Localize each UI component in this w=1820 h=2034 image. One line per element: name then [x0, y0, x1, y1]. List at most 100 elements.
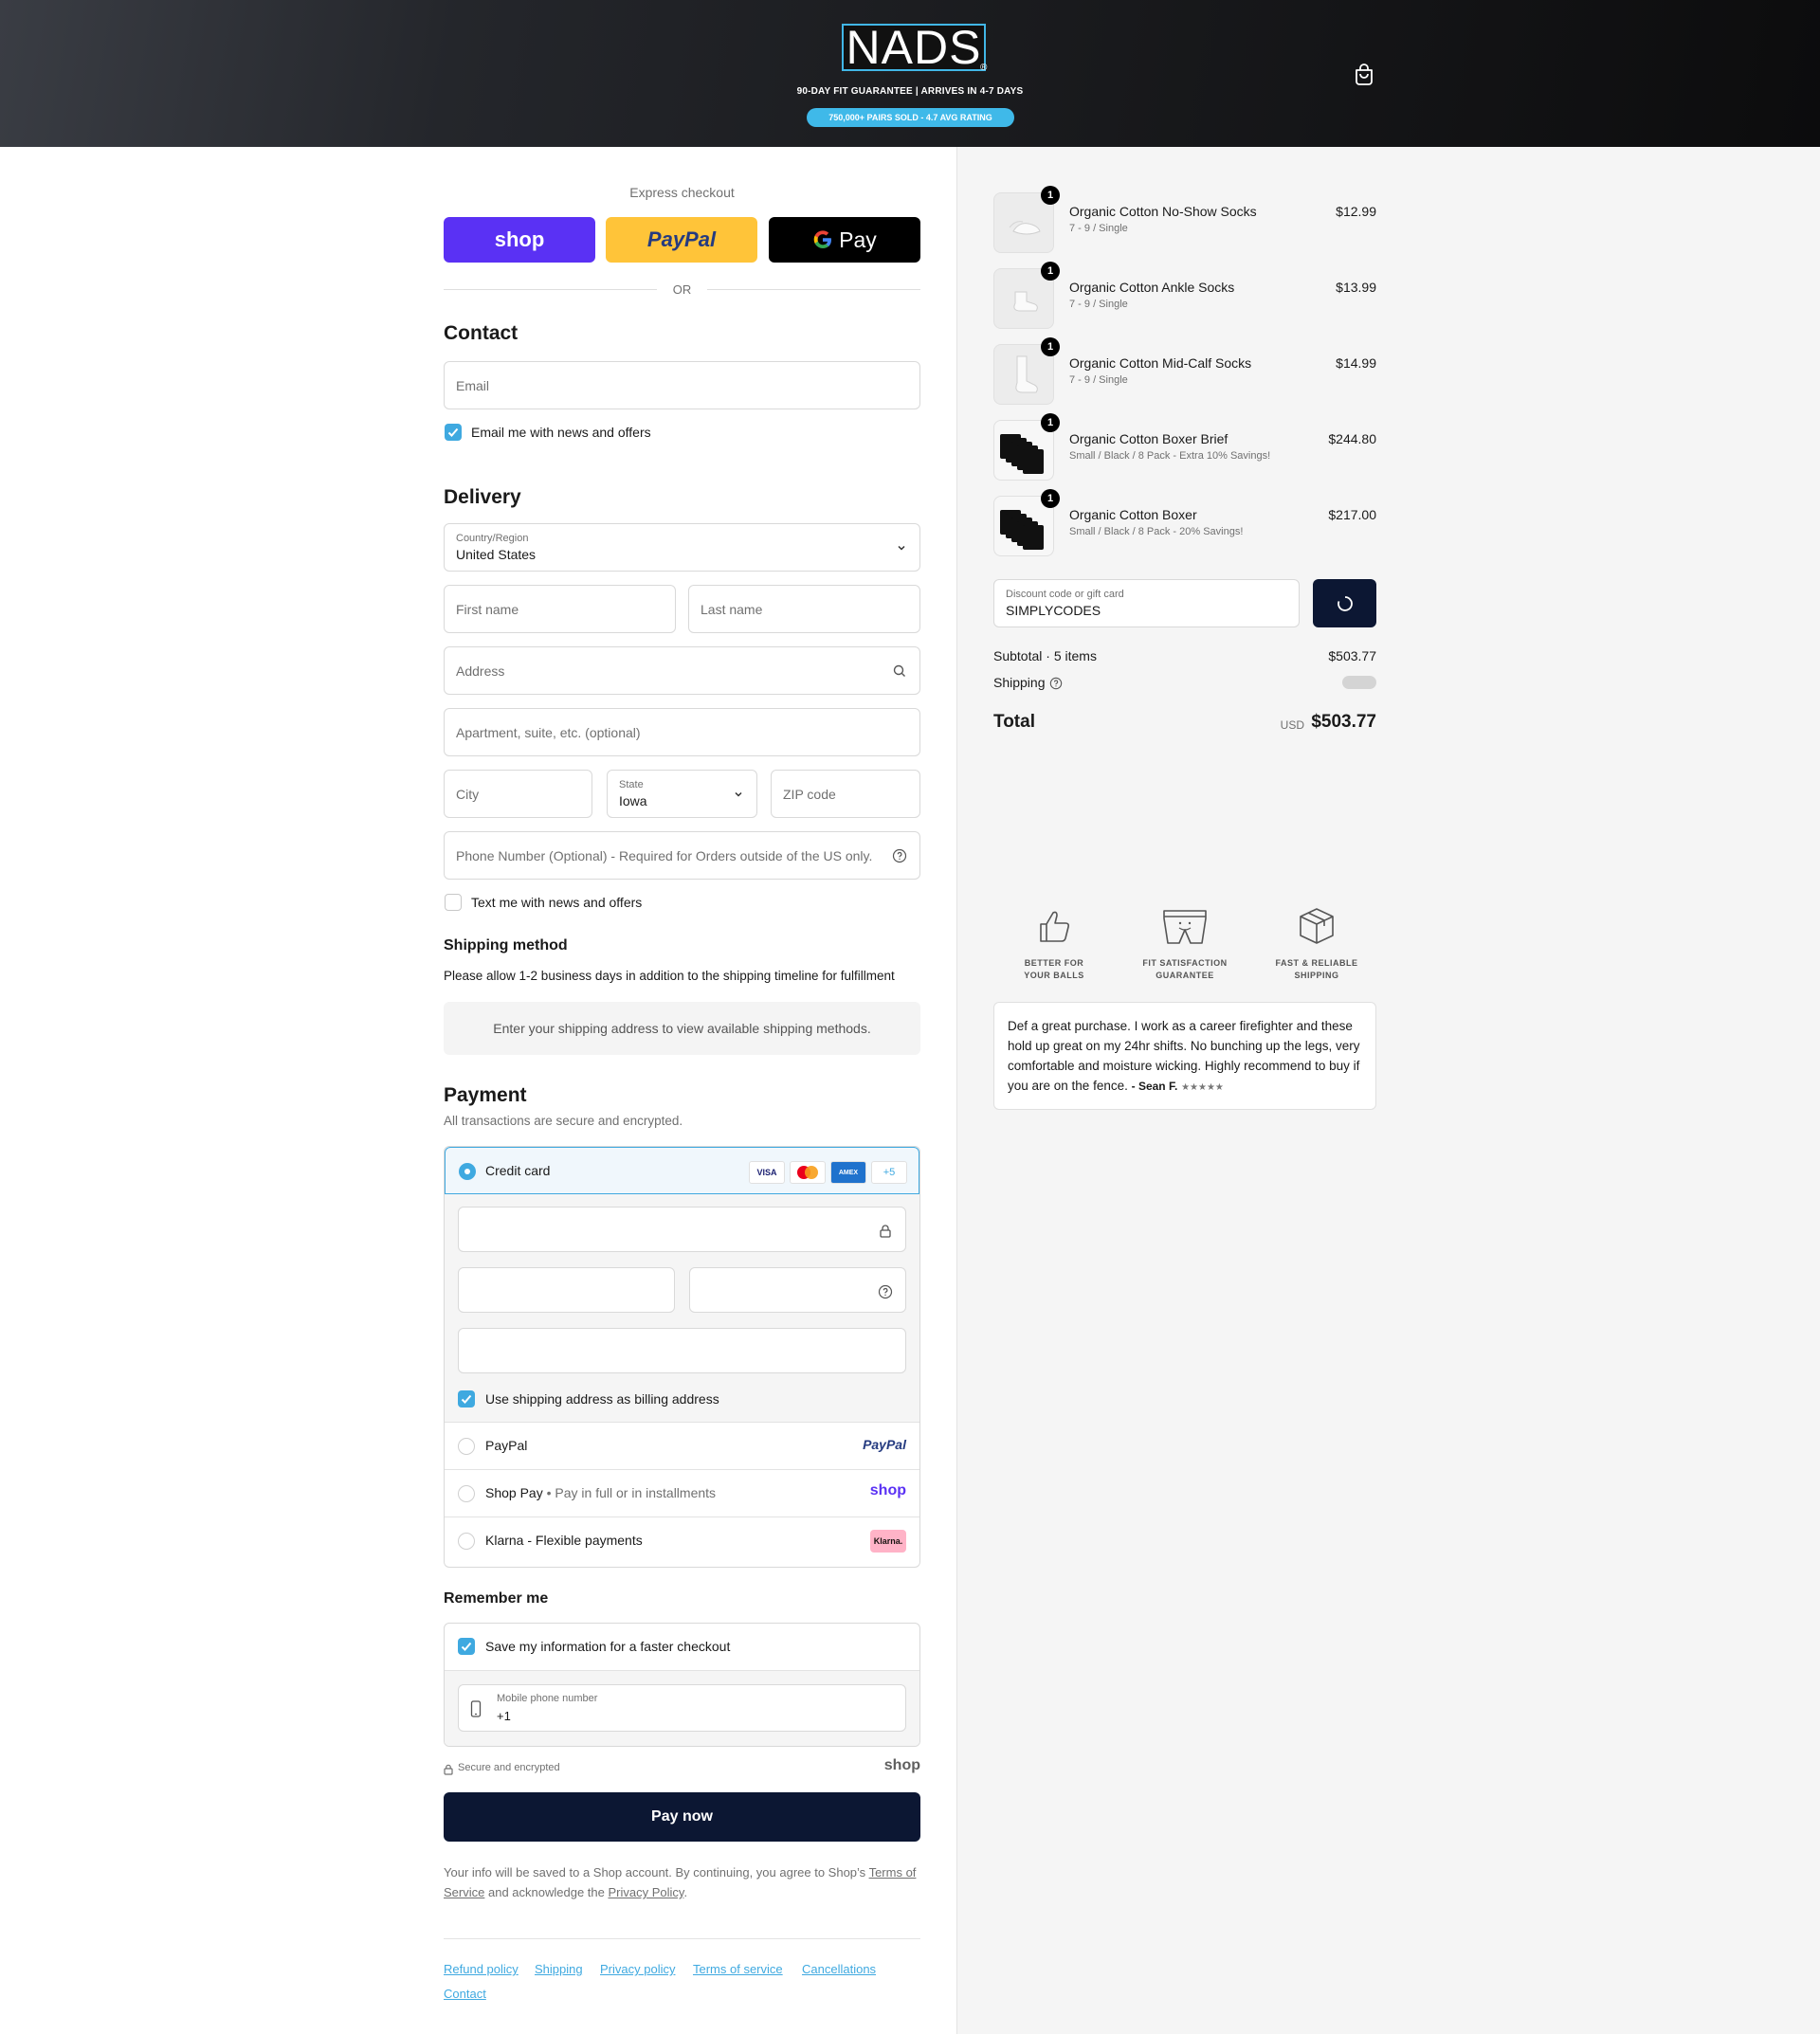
shipping-methods-placeholder: Enter your shipping address to view avai… [444, 1002, 920, 1055]
footer-link-shipping[interactable]: Shipping [535, 1962, 583, 1976]
last-name-field[interactable]: Last name [688, 585, 920, 633]
shop-pay-option[interactable]: Shop Pay • Pay in full or in installment… [445, 1469, 919, 1516]
shopping-bag-icon[interactable] [1354, 63, 1374, 85]
apartment-field[interactable]: Apartment, suite, etc. (optional) [444, 708, 920, 756]
payment-methods: Credit card VISA AMEX +5 Use shipping ad… [444, 1146, 920, 1568]
email-news-checkbox[interactable] [445, 424, 462, 441]
check-icon [461, 1642, 472, 1651]
shop-privacy-link[interactable]: Privacy Policy [608, 1885, 683, 1899]
shop-pay-logo: shop [869, 1482, 906, 1498]
mobile-phone-label: Mobile phone number [497, 1693, 598, 1704]
state-value: Iowa [619, 793, 647, 808]
credit-card-radio[interactable] [459, 1163, 476, 1180]
footer-link-refund[interactable]: Refund policy [444, 1962, 519, 1976]
item-price: $12.99 [1336, 204, 1376, 219]
google-pay-button[interactable]: Pay [769, 217, 920, 263]
address-field[interactable]: Address [444, 646, 920, 695]
footer-link-privacy[interactable]: Privacy policy [600, 1962, 675, 1976]
shop-pay-logo: shop [494, 227, 545, 251]
shop-pay-radio[interactable] [458, 1485, 475, 1502]
legal-end: . [683, 1885, 688, 1899]
shop-pay-label: Shop Pay • Pay in full or in installment… [485, 1485, 717, 1500]
country-select[interactable]: Country/Region United States [444, 523, 920, 572]
klarna-option[interactable]: Klarna - Flexible payments Klarna. [445, 1516, 919, 1567]
zip-field[interactable]: ZIP code [771, 770, 920, 818]
gpay-label: Pay [839, 227, 877, 252]
amex-logo: AMEX [830, 1161, 866, 1184]
billing-address-label: Use shipping address as billing address [485, 1391, 719, 1407]
help-circle-icon[interactable] [878, 1284, 893, 1299]
city-field[interactable]: City [444, 770, 592, 818]
shipping-loading-bar [1342, 676, 1376, 689]
first-name-field[interactable]: First name [444, 585, 676, 633]
footer-link-contact[interactable]: Contact [444, 1987, 486, 2001]
help-circle-icon[interactable] [1049, 677, 1063, 690]
state-select[interactable]: State Iowa [607, 770, 757, 818]
more-cards-text: +5 [883, 1167, 896, 1178]
express-checkout-label: Express checkout [629, 185, 735, 200]
zip-placeholder: ZIP code [783, 787, 836, 802]
footer-link-terms[interactable]: Terms of service [693, 1962, 783, 1976]
paypal-radio[interactable] [458, 1438, 475, 1455]
quantity-badge: 1 [1041, 413, 1060, 432]
billing-address-checkbox[interactable] [458, 1390, 475, 1407]
rating-pill: 750,000+ PAIRS SOLD - 4.7 AVG RATING [807, 108, 1014, 127]
currency-code: USD [1280, 718, 1304, 732]
paypal-option-logo: PayPal [863, 1437, 906, 1452]
thumbs-up-icon [1040, 911, 1069, 942]
total-row: Total USD $503.77 [993, 712, 1376, 733]
pay-now-button[interactable]: Pay now [444, 1792, 920, 1842]
total-label: Total [993, 712, 1035, 732]
or-text: OR [672, 282, 692, 297]
security-code-field[interactable] [689, 1267, 906, 1313]
mobile-phone-icon [470, 1700, 482, 1717]
mastercard-logo [790, 1161, 826, 1184]
save-info-label: Save my information for a faster checkou… [485, 1639, 731, 1654]
delivery-heading: Delivery [444, 486, 521, 508]
visa-text: VISA [756, 1168, 777, 1177]
apply-discount-button[interactable] [1313, 579, 1376, 627]
save-info-checkbox[interactable] [458, 1638, 475, 1655]
discount-value: SIMPLYCODES [1006, 603, 1101, 618]
last-name-placeholder: Last name [701, 602, 763, 617]
shipping-note: Please allow 1-2 business days in additi… [444, 969, 895, 983]
expiration-date-field[interactable] [458, 1267, 675, 1313]
total-value: $503.77 [1311, 712, 1376, 732]
payment-heading: Payment [444, 1084, 527, 1106]
card-number-field[interactable] [458, 1207, 906, 1252]
check-icon [461, 1394, 472, 1404]
text-news-checkbox[interactable] [445, 894, 462, 911]
item-variant: 7 - 9 / Single [1069, 299, 1128, 310]
help-circle-icon[interactable] [892, 848, 907, 863]
email-field[interactable]: Email [444, 361, 920, 409]
phone-placeholder: Phone Number (Optional) - Required for O… [456, 848, 873, 863]
paypal-button[interactable]: PayPal [606, 217, 757, 263]
credit-card-option[interactable]: Credit card VISA AMEX +5 [445, 1147, 919, 1194]
remember-me-heading: Remember me [444, 1590, 549, 1607]
subtotal-row: Subtotal · 5 items $503.77 [993, 648, 1376, 663]
shipping-method-heading: Shipping method [444, 937, 568, 953]
perk-shipping: FAST & RELIABLE SHIPPING [1260, 905, 1374, 980]
discount-code-field[interactable]: Discount code or gift card SIMPLYCODES [993, 579, 1300, 627]
paypal-option[interactable]: PayPal PayPal [445, 1422, 919, 1469]
contact-heading: Contact [444, 322, 519, 344]
text-news-label: Text me with news and offers [471, 895, 643, 910]
mobile-phone-field[interactable]: Mobile phone number +1 [458, 1684, 906, 1732]
loading-spinner-icon [1338, 596, 1353, 611]
klarna-label: Klarna - Flexible payments [485, 1533, 643, 1548]
phone-field[interactable]: Phone Number (Optional) - Required for O… [444, 831, 920, 880]
line-item: 1 Organic Cotton Boxer Small / Black / 8… [993, 489, 1376, 556]
more-cards-badge: +5 [871, 1161, 907, 1184]
name-on-card-field[interactable] [458, 1328, 906, 1373]
mobile-phone-value: +1 [497, 1709, 511, 1723]
klarna-radio[interactable] [458, 1533, 475, 1550]
customer-review: Def a great purchase. I work as a career… [993, 1002, 1376, 1110]
paypal-option-label: PayPal [485, 1438, 528, 1453]
footer-link-cancellations[interactable]: Cancellations [802, 1962, 876, 1976]
shop-pay-button[interactable]: shop [444, 217, 595, 263]
item-variant: 7 - 9 / Single [1069, 223, 1128, 234]
quantity-badge: 1 [1041, 489, 1060, 508]
quantity-badge: 1 [1041, 262, 1060, 281]
nads-logo[interactable]: NADS [842, 24, 986, 71]
perk-label-line1: FAST & RELIABLE [1275, 958, 1358, 968]
